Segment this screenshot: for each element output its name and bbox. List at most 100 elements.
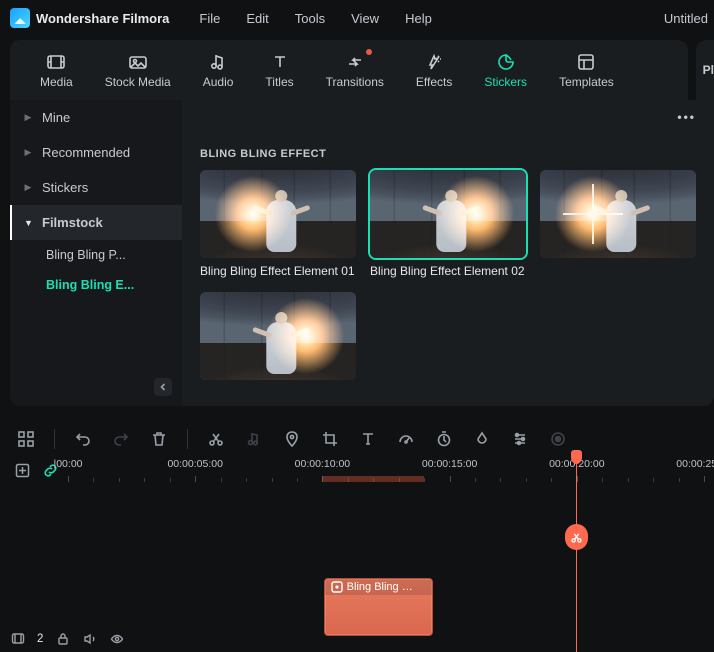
menu-edit[interactable]: Edit [246,11,268,26]
tab-effects[interactable]: Effects [416,51,452,89]
thumb-04[interactable] [200,292,356,380]
redo-icon[interactable] [111,429,131,449]
media-icon [45,51,67,73]
sidebar-sub-bling-e[interactable]: Bling Bling E... [10,270,182,300]
timeline-clip[interactable]: Bling Bling … [324,578,433,636]
undo-icon[interactable] [73,429,93,449]
app-name: Wondershare Filmora [36,11,169,26]
tab-titles[interactable]: Titles [265,51,293,89]
player-panel-edge: Pl [696,40,714,100]
templates-icon [575,51,597,73]
tab-transitions[interactable]: Transitions [326,51,384,89]
gallery-more-button[interactable]: ••• [677,110,696,124]
tab-titles-label: Titles [265,75,293,89]
tab-effects-label: Effects [416,75,452,89]
delete-icon[interactable] [149,429,169,449]
sidebar: ▶ Mine ▶ Recommended ▶ Stickers ▼ Filmst… [10,100,182,406]
tab-audio[interactable]: Audio [203,51,234,89]
tab-templates-label: Templates [559,75,614,89]
clip-type-icon [331,581,343,593]
timer-icon[interactable] [434,429,454,449]
timeline-ruler[interactable]: |00:0000:00:05:0000:00:10:0000:00:15:000… [68,458,704,482]
sidebar-item-label: Recommended [42,145,130,160]
section-title: BLING BLING EFFECT [200,148,714,160]
track-count: 2 [37,633,43,645]
tab-media[interactable]: Media [40,51,73,89]
tab-stock-media-label: Stock Media [105,75,171,89]
tab-stickers-label: Stickers [484,75,527,89]
chevron-right-icon: ▶ [24,147,32,158]
sidebar-item-recommended[interactable]: ▶ Recommended [10,135,182,170]
sidebar-item-stickers[interactable]: ▶ Stickers [10,170,182,205]
thumb-01[interactable] [200,170,356,258]
stock-media-icon [127,51,149,73]
effects-icon [423,51,445,73]
sidebar-item-label: Mine [42,110,70,125]
toolbar-divider [54,429,55,449]
ruler-timecode: 00:00:05:00 [167,458,222,470]
thumb-03[interactable] [540,170,696,258]
track-controls: 2 [10,631,124,646]
transitions-badge-dot [366,49,372,55]
sidebar-item-filmstock[interactable]: ▼ Filmstock [10,205,182,240]
color-icon[interactable] [472,429,492,449]
thumb-item: Bling Bling Effect Element 02 [370,170,526,278]
record-icon[interactable] [548,429,568,449]
tab-transitions-label: Transitions [326,75,384,89]
menu-tools[interactable]: Tools [295,11,325,26]
sidebar-item-mine[interactable]: ▶ Mine [10,100,182,135]
sidebar-collapse-button[interactable] [154,378,172,396]
sidebar-sub-bling-p[interactable]: Bling Bling P... [10,240,182,270]
ruler-timecode: |00:00 [53,458,82,470]
lock-icon[interactable] [55,631,70,646]
add-track-icon[interactable] [14,462,30,478]
timeline-toolbar [10,420,704,458]
thumb-02[interactable] [370,170,526,258]
music-note-icon[interactable] [244,429,264,449]
tab-templates[interactable]: Templates [559,51,614,89]
tab-stickers[interactable]: Stickers [484,51,527,89]
thumb-item [540,170,696,278]
thumb-item [200,292,356,386]
mute-icon[interactable] [82,631,97,646]
tab-stock-media[interactable]: Stock Media [105,51,171,89]
menu-view[interactable]: View [351,11,379,26]
text-icon[interactable] [358,429,378,449]
tab-audio-label: Audio [203,75,234,89]
adjust-icon[interactable] [510,429,530,449]
mode-tabs: Media Stock Media Audio Titles Tran [10,40,688,100]
split-icon[interactable] [206,429,226,449]
thumb-label: Bling Bling Effect Element 01 [200,264,356,278]
menu-bar: File Edit Tools View Help [199,11,431,26]
sidebar-item-label: Filmstock [42,215,103,230]
chevron-down-icon: ▼ [24,218,32,228]
ruler-timecode: 00:00:25:00 [676,458,714,470]
stickers-icon [495,51,517,73]
chevron-right-icon: ▶ [24,112,32,123]
sidebar-item-label: Stickers [42,180,88,195]
playhead-split-button[interactable] [565,524,588,550]
thumb-label: Bling Bling Effect Element 02 [370,264,526,278]
menu-help[interactable]: Help [405,11,432,26]
marker-icon[interactable] [282,429,302,449]
ruler-timecode: 00:00:10:00 [295,458,350,470]
document-name[interactable]: Untitled [664,11,708,26]
crop-icon[interactable] [320,429,340,449]
tab-media-label: Media [40,75,73,89]
grid-icon[interactable] [16,429,36,449]
audio-icon [207,51,229,73]
gallery-panel: ••• BLING BLING EFFECT Bling Bling Effec… [182,100,714,406]
app-logo-icon [10,8,30,28]
thumb-item: Bling Bling Effect Element 01 [200,170,356,278]
ruler-timecode: 00:00:15:00 [422,458,477,470]
toolbar-divider [187,429,188,449]
titlebar: Wondershare Filmora File Edit Tools View… [0,0,714,36]
clip-label: Bling Bling … [347,581,413,593]
playhead[interactable] [576,458,577,652]
titles-icon [269,51,291,73]
timeline-tracks[interactable]: Bling Bling … 2 [10,482,704,652]
menu-file[interactable]: File [199,11,220,26]
eye-icon[interactable] [109,631,124,646]
speed-icon[interactable] [396,429,416,449]
sticker-track-icon[interactable] [10,631,25,646]
